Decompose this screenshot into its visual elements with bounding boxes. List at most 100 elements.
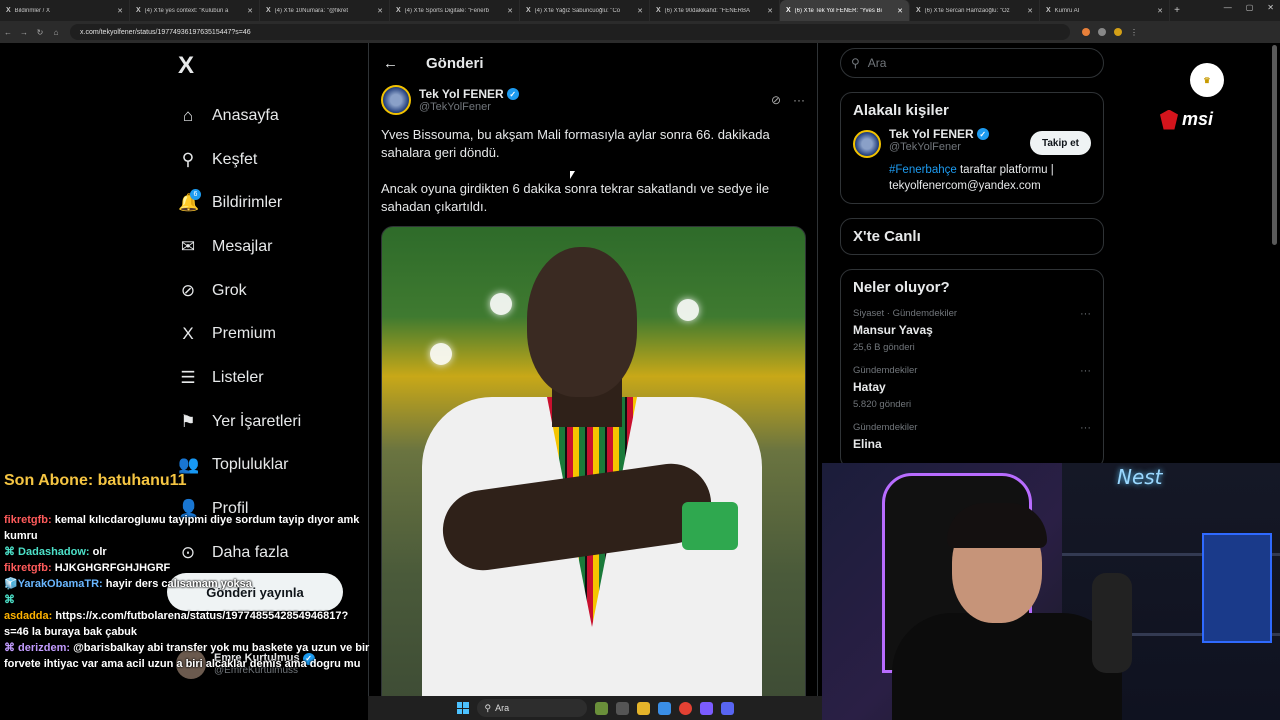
browser-tab[interactable]: X (6) X'te 90dakikahd: "FENERBA ✕ — [650, 0, 780, 21]
nav-item-search[interactable]: ⚲ Keşfet — [170, 138, 360, 182]
close-tab-icon[interactable]: ✕ — [377, 7, 383, 15]
search-input[interactable]: ⚲ Ara — [840, 48, 1104, 78]
author-name[interactable]: Tek Yol FENER — [419, 87, 504, 101]
close-tab-icon[interactable]: ✕ — [117, 7, 123, 15]
browser-tab[interactable]: X (4) X'te Yağız Sabuncuoğlu: "Co ✕ — [520, 0, 650, 21]
more-icon[interactable]: ··· — [793, 93, 805, 107]
browser-tab[interactable]: X (4) X'te 10Numara: "@fikret ✕ — [260, 0, 390, 21]
nav-label: Grok — [212, 281, 247, 299]
trend-name: Elina — [853, 437, 882, 451]
browser-tab[interactable]: X Kumru AI ✕ — [1040, 0, 1170, 21]
nav-item-bell[interactable]: 🔔 6 Bildirimler — [170, 181, 360, 225]
close-tab-icon[interactable]: ✕ — [1027, 7, 1033, 15]
chat-message: ⌘ derizdem: @barisbalkay abi transfer yo… — [0, 640, 370, 672]
more-icon[interactable]: ··· — [1080, 308, 1091, 320]
app-icon[interactable] — [699, 701, 713, 715]
tab-title: Bildirimler / X — [14, 7, 51, 14]
taskbar-search[interactable]: ⚲ Ara — [476, 699, 587, 717]
nav-item-bookmark[interactable]: ⚑ Yer İşaretleri — [170, 400, 360, 444]
nav-label: Topluluklar — [212, 456, 289, 474]
x-logo[interactable]: X — [178, 52, 360, 80]
tab-title: (4) X'te Sports Digitale: "Fenerb — [404, 7, 489, 14]
chat-message: fikretgfb: HJKGHGRFGHJHGRF — [0, 560, 370, 576]
follow-button[interactable]: Takip et — [1029, 131, 1091, 155]
avatar[interactable] — [381, 85, 411, 115]
chat-user: fikretgfb: — [4, 562, 52, 574]
mail-icon: ✉ — [180, 236, 196, 256]
address-bar[interactable]: x.com/tekyolfener/status/197749361976351… — [70, 24, 1070, 40]
trend-item[interactable]: Gündemdekiler Elina ··· — [853, 422, 1091, 451]
neon-sign: Nest — [1117, 465, 1163, 489]
close-tab-icon[interactable]: ✕ — [637, 7, 643, 15]
nav-item-home[interactable]: ⌂ Anasayfa — [170, 94, 360, 138]
live-on-x[interactable]: X'te Canlı — [840, 218, 1104, 255]
minimize-icon[interactable]: — — [1224, 3, 1232, 12]
streamer-hair — [947, 503, 1047, 548]
related-handle[interactable]: @TekYolFener — [889, 141, 989, 153]
extension-icon[interactable] — [1098, 27, 1106, 36]
nav-item-mail[interactable]: ✉ Mesajlar — [170, 225, 360, 269]
reload-icon[interactable]: ↻ — [32, 28, 48, 37]
profile-avatar-icon[interactable] — [1114, 27, 1122, 36]
verified-icon: ✓ — [506, 88, 519, 100]
chrome-icon[interactable] — [678, 701, 692, 715]
x-favicon-icon: X — [6, 7, 11, 14]
forward-nav-icon[interactable]: → — [16, 28, 32, 37]
author-handle[interactable]: @TekYolFener — [419, 101, 519, 113]
scrollbar[interactable] — [1272, 45, 1277, 245]
maximize-icon[interactable]: ▢ — [1246, 3, 1254, 12]
close-tab-icon[interactable]: ✕ — [507, 7, 513, 15]
browser-tab[interactable]: X (6) X'te Sercan Hamzaoğlu: "Oz ✕ — [910, 0, 1040, 21]
trend-item[interactable]: Siyaset · Gündemdekiler Mansur Yavaş 25,6 … — [853, 308, 1091, 353]
discord-icon[interactable] — [720, 701, 734, 715]
nav-item-list[interactable]: ☰ Listeler — [170, 356, 360, 400]
widgets-icon[interactable] — [594, 701, 608, 715]
home-nav-icon[interactable]: ⌂ — [48, 28, 64, 37]
extension-icons: ⋮ — [1082, 27, 1138, 37]
back-nav-icon[interactable]: ← — [0, 28, 16, 37]
store-icon[interactable] — [657, 701, 671, 715]
grok-icon[interactable]: ⊘ — [771, 93, 781, 107]
more-icon[interactable]: ··· — [1080, 365, 1091, 377]
post-image[interactable] — [381, 226, 806, 720]
search-placeholder: Ara — [867, 56, 887, 70]
microphone — [1092, 573, 1132, 673]
nav-item-x-premium[interactable]: X Premium — [170, 312, 360, 356]
extension-icon[interactable] — [1082, 27, 1090, 36]
browser-tab[interactable]: X Bildirimler / X ✕ — [0, 0, 130, 21]
related-name[interactable]: Tek Yol FENER — [889, 127, 974, 141]
hashtag-link[interactable]: #Fenerbahçe — [889, 164, 957, 176]
page-title: Gönderi — [426, 54, 484, 72]
more-icon[interactable]: ··· — [1080, 422, 1091, 434]
browser-tab[interactable]: X (4) X'te yes context: "Kulübün a ✕ — [130, 0, 260, 21]
nav-label: Premium — [212, 325, 277, 343]
back-arrow-icon[interactable]: ← — [383, 55, 398, 72]
browser-tab[interactable]: X (6) X'te Tek Yol FENER: "Yves Bi ✕ — [780, 0, 910, 21]
windows-start-icon[interactable] — [456, 702, 469, 714]
close-window-icon[interactable]: ✕ — [1267, 3, 1274, 12]
post-paragraph: Ancak oyuna girdikten 6 dakika sonra tek… — [381, 181, 770, 214]
new-tab-icon[interactable]: + — [1170, 5, 1184, 16]
file-explorer-icon[interactable] — [636, 701, 650, 715]
task-view-icon[interactable] — [615, 701, 629, 715]
x-favicon-icon: X — [786, 7, 791, 14]
chat-user: fikretgfb: — [4, 514, 52, 526]
close-tab-icon[interactable]: ✕ — [247, 7, 253, 15]
windows-taskbar: ⚲ Ara — [368, 696, 822, 720]
trend-item[interactable]: Gündemdekiler Hatay 5.820 gönderi ··· — [853, 365, 1091, 410]
nav-label: Keşfet — [212, 150, 258, 168]
close-tab-icon[interactable]: ✕ — [1157, 7, 1163, 15]
close-tab-icon[interactable]: ✕ — [897, 7, 903, 15]
tab-title: (4) X'te Yağız Sabuncuoğlu: "Co — [534, 7, 621, 14]
nav-item-grok[interactable]: ⊘ Grok — [170, 269, 360, 313]
close-tab-icon[interactable]: ✕ — [767, 7, 773, 15]
search-icon: ⚲ — [181, 149, 195, 169]
x-favicon-icon: X — [396, 7, 401, 14]
menu-dots-icon[interactable]: ⋮ — [1130, 28, 1138, 37]
browser-tab[interactable]: X (4) X'te Sports Digitale: "Fenerb ✕ — [390, 0, 520, 21]
notification-badge: 6 — [190, 189, 201, 201]
avatar[interactable] — [853, 130, 881, 158]
chat-user: ⌘ derizdem: — [4, 642, 71, 654]
search-icon: ⚲ — [484, 702, 492, 713]
x-premium-icon: X — [182, 324, 194, 344]
